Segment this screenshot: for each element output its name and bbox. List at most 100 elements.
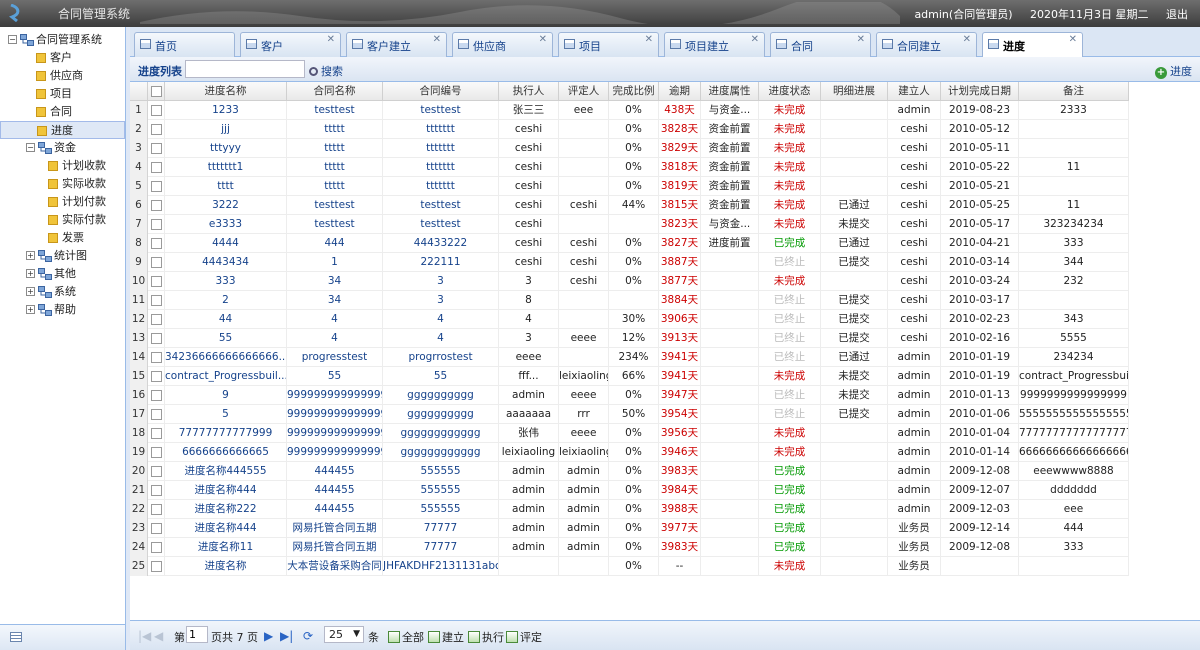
row-checkbox[interactable] — [150, 332, 162, 344]
tab-9[interactable]: 进度 ✕ — [982, 32, 1083, 58]
review-button[interactable]: 评定 — [506, 629, 542, 645]
tree-node[interactable]: + 其他 — [0, 265, 125, 283]
row-checkbox[interactable] — [150, 370, 162, 382]
menu-icon[interactable] — [10, 632, 22, 642]
row-checkbox[interactable] — [150, 123, 162, 135]
select-checkbox-cell[interactable] — [148, 348, 165, 367]
column-header-creator[interactable]: 建立人 — [888, 82, 941, 101]
tree-node[interactable]: 计划收款 — [0, 157, 125, 175]
row-checkbox[interactable] — [150, 408, 162, 420]
row-checkbox[interactable] — [150, 237, 162, 249]
select-checkbox-cell[interactable] — [148, 158, 165, 177]
table-row[interactable]: 6 3222 testtest testtest ceshi ceshi 44% 3815天资… — [130, 196, 1129, 215]
table-row[interactable]: 25 进度名称 大本营设备采购合同 JHFAKDHF2131131abc 0% -- 未完成… — [130, 557, 1129, 576]
refresh-icon[interactable]: ⟳ — [303, 629, 313, 643]
select-checkbox-cell[interactable] — [148, 557, 165, 576]
select-checkbox-cell[interactable] — [148, 386, 165, 405]
tree-node[interactable]: 进度 — [0, 121, 125, 139]
search-button[interactable]: 搜索 — [309, 63, 343, 79]
tab-7[interactable]: 合同 ✕ — [770, 32, 871, 57]
row-checkbox[interactable] — [150, 294, 162, 306]
tab-5[interactable]: 项目 ✕ — [558, 32, 659, 57]
tree-node[interactable]: 客户 — [0, 49, 125, 67]
table-row[interactable]: 11 2 34 3 8 3884天 已终止 已提交 ceshi 2010-03-17 — [130, 291, 1129, 310]
column-header-contract-name[interactable]: 合同名称 — [287, 82, 383, 101]
create-button[interactable]: 建立 — [428, 629, 464, 645]
select-checkbox-cell[interactable] — [148, 177, 165, 196]
row-checkbox[interactable] — [150, 503, 162, 515]
table-row[interactable]: 9 4443434 1 222111 ceshi ceshi 0% 3887天 已终止 已提交 ce… — [130, 253, 1129, 272]
select-checkbox-cell[interactable] — [148, 367, 165, 386]
column-header-detail-progress[interactable]: 明细进展 — [821, 82, 888, 101]
tree-node[interactable]: 实际付款 — [0, 211, 125, 229]
tree-node[interactable]: 发票 — [0, 229, 125, 247]
row-checkbox[interactable] — [150, 522, 162, 534]
table-row[interactable]: 13 55 4 4 3 eeee 12% 3913天 已终止 已提交 ceshi 2010-02-16… — [130, 329, 1129, 348]
row-checkbox[interactable] — [150, 313, 162, 325]
tree-expand-icon[interactable]: + — [26, 251, 35, 260]
column-header-overdue[interactable]: 逾期 — [659, 82, 701, 101]
select-checkbox-cell[interactable] — [148, 538, 165, 557]
row-checkbox[interactable] — [150, 484, 162, 496]
tab-2[interactable]: 客户 ✕ — [240, 32, 341, 57]
close-icon[interactable]: ✕ — [433, 34, 441, 45]
table-row[interactable]: 1699999999999999999999ggggggggggadmineee… — [130, 386, 1129, 405]
next-page-icon[interactable]: ▶ — [264, 629, 273, 643]
select-checkbox-cell[interactable] — [148, 291, 165, 310]
last-page-icon[interactable]: ▶| — [280, 629, 293, 643]
column-header-planned-date[interactable]: 计划完成日期 — [941, 82, 1019, 101]
tree-collapse-icon[interactable]: − — [26, 143, 35, 152]
tab-6[interactable]: 项目建立 ✕ — [664, 32, 765, 57]
close-icon[interactable]: ✕ — [963, 34, 971, 45]
row-checkbox[interactable] — [150, 275, 162, 287]
table-row[interactable]: 14 34236666666666666... progresstest progrr… — [130, 348, 1129, 367]
table-row[interactable]: 1 1233 testtest testtest 张三三 eee 0% 438天 与资金... 未… — [130, 101, 1129, 120]
column-header-contract-number[interactable]: 合同编号 — [383, 82, 499, 101]
table-row[interactable]: 22 进度名称222 444455 555555 admin admin 0% 3988天 已完… — [130, 500, 1129, 519]
tree-node[interactable]: + 统计图 — [0, 247, 125, 265]
table-row[interactable]: 17 59999999999999999999ggggggggggaaaaaaar… — [130, 405, 1129, 424]
select-checkbox-cell[interactable] — [148, 120, 165, 139]
table-row[interactable]: 3 tttyyy ttttt ttttttt ceshi 0% 3829天 资金前置 未完成 ce… — [130, 139, 1129, 158]
column-header-select-checkbox[interactable] — [148, 82, 165, 101]
table-row[interactable]: 7 e3333 testtest testtest ceshi 3823天 与资金... 未完… — [130, 215, 1129, 234]
tree-expand-icon[interactable]: + — [26, 287, 35, 296]
tree-expand-icon[interactable]: + — [26, 305, 35, 314]
table-row[interactable]: 5 tttt ttttt ttttttt ceshi 0% 3819天 资金前置 未完成 cesh… — [130, 177, 1129, 196]
execute-button[interactable]: 执行 — [468, 629, 504, 645]
tree-node[interactable]: 项目 — [0, 85, 125, 103]
column-header-progress-status[interactable]: 进度状态 — [759, 82, 821, 101]
close-icon[interactable]: ✕ — [857, 34, 865, 45]
close-icon[interactable]: ✕ — [327, 34, 335, 45]
column-header-reviewer[interactable]: 评定人 — [559, 82, 609, 101]
table-row[interactable]: 18 777777777779999999999999999999999ggggg… — [130, 424, 1129, 443]
row-checkbox[interactable] — [150, 351, 162, 363]
row-checkbox[interactable] — [150, 560, 162, 572]
add-progress-button[interactable]: + 进度 — [1155, 63, 1192, 79]
select-checkbox-cell[interactable] — [148, 329, 165, 348]
tree-node[interactable]: 实际收款 — [0, 175, 125, 193]
column-header-progress-name[interactable]: 进度名称 — [165, 82, 287, 101]
table-row[interactable]: 4 ttttttt1 ttttt ttttttt ceshi 0% 3818天 资金前置 未完成… — [130, 158, 1129, 177]
first-page-icon[interactable]: |◀ — [138, 629, 151, 643]
row-checkbox[interactable] — [150, 142, 162, 154]
row-checkbox[interactable] — [150, 541, 162, 553]
tab-3[interactable]: 客户建立 ✕ — [346, 32, 447, 57]
logout-link[interactable]: 退出 — [1166, 8, 1188, 21]
row-checkbox[interactable] — [150, 161, 162, 173]
row-checkbox[interactable] — [150, 256, 162, 268]
tree-collapse-icon[interactable]: − — [8, 35, 17, 44]
close-icon[interactable]: ✕ — [645, 34, 653, 45]
tree-expand-icon[interactable]: + — [26, 269, 35, 278]
search-input[interactable] — [185, 60, 305, 78]
tree-node[interactable]: − 资金 — [0, 139, 125, 157]
table-row[interactable]: 15 contract_Progressbuil... 55 55 fff... leix… — [130, 367, 1129, 386]
all-button[interactable]: 全部 — [388, 629, 424, 645]
select-checkbox-cell[interactable] — [148, 443, 165, 462]
tree-node[interactable]: + 系统 — [0, 283, 125, 301]
row-checkbox[interactable] — [150, 104, 162, 116]
select-checkbox-cell[interactable] — [148, 481, 165, 500]
tree-node[interactable]: − 合同管理系统 — [0, 31, 125, 49]
column-header-executor[interactable]: 执行人 — [499, 82, 559, 101]
select-checkbox-cell[interactable] — [148, 462, 165, 481]
